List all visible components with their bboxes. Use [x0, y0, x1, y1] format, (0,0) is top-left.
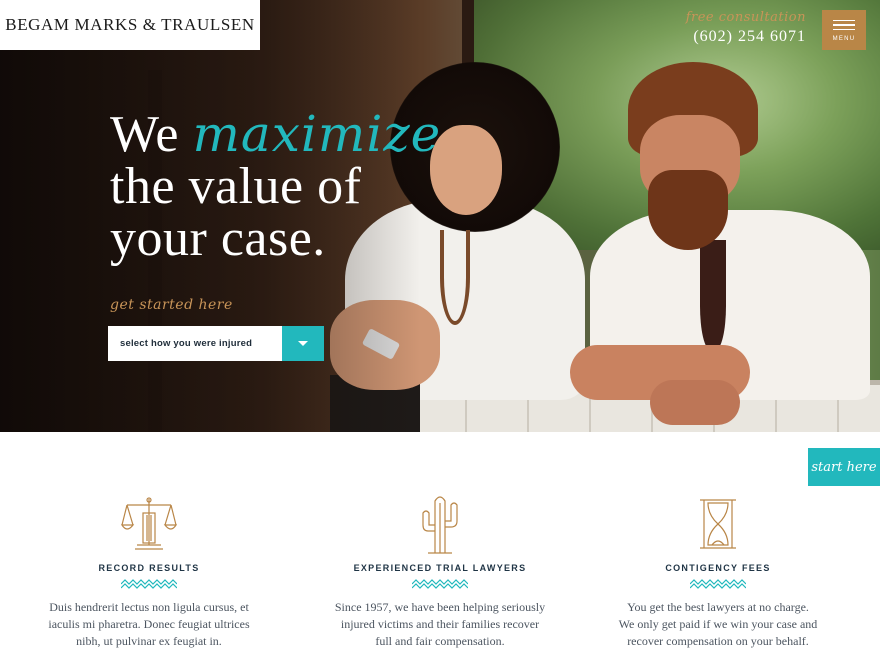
scales-of-justice-icon	[9, 495, 289, 553]
zigzag-divider-icon	[300, 577, 580, 591]
feature-title: EXPERIENCED TRIAL LAWYERS	[353, 563, 527, 573]
headline-word: We	[110, 106, 179, 163]
hamburger-icon	[833, 24, 855, 26]
feature-contingency-fees: CONTIGENCY FEES You get the best lawyers…	[578, 495, 858, 650]
desc-line: full and fair compensation.	[375, 634, 505, 648]
hamburger-icon	[833, 28, 855, 31]
hero-photo-tie	[700, 240, 726, 350]
headline-line-2: the value of	[110, 158, 362, 215]
injury-select-value[interactable]: select how you were injured	[108, 326, 282, 361]
feature-description: You get the best lawyers at no charge. W…	[578, 599, 858, 650]
hero-photo-man-hand	[650, 380, 740, 425]
desc-line: nibh, ut pulvinar ex feugiat in.	[76, 634, 222, 648]
hero-photo-beard	[648, 170, 728, 250]
injury-type-select[interactable]: select how you were injured	[108, 326, 324, 361]
feature-title: CONTIGENCY FEES	[665, 563, 771, 573]
menu-label: MENU	[832, 35, 856, 42]
feature-description: Since 1957, we have been helping serious…	[300, 599, 580, 650]
feature-description: Duis hendrerit lectus non ligula cursus,…	[9, 599, 289, 650]
cactus-icon	[300, 495, 580, 554]
zigzag-divider-icon	[578, 577, 858, 591]
site-logo[interactable]: BEGAM MARKS & TRAULSEN	[0, 0, 260, 50]
hero-headline: We maximize the value of your case.	[110, 108, 441, 265]
feature-record-results: RECORD RESULTS Duis hendrerit lectus non…	[9, 495, 289, 650]
desc-line: recover compensation on your behalf.	[627, 634, 809, 648]
desc-line: iaculis mi pharetra. Donec feugiat ultri…	[48, 617, 250, 631]
desc-line: injured victims and their families recov…	[340, 617, 540, 631]
desc-line: Duis hendrerit lectus non ligula cursus,…	[49, 600, 249, 614]
hourglass-icon	[578, 495, 858, 553]
phone-number[interactable]: (602) 254 6071	[686, 28, 806, 46]
zigzag-divider-icon	[9, 577, 289, 591]
select-toggle[interactable]	[282, 326, 324, 361]
hero-photo-necklace	[440, 230, 470, 325]
consultation-label: free consultation	[685, 10, 806, 25]
get-started-label: get started here	[110, 297, 233, 313]
desc-line: You get the best lawyers at no charge.	[627, 600, 809, 614]
headline-accent: maximize	[192, 105, 442, 163]
desc-line: Since 1957, we have been helping serious…	[334, 600, 546, 614]
hamburger-icon	[833, 19, 855, 22]
headline-line-3: your case.	[110, 210, 326, 267]
consultation-block[interactable]: free consultation (602) 254 6071	[686, 10, 806, 46]
start-here-button[interactable]: start here	[808, 448, 880, 486]
feature-title: RECORD RESULTS	[98, 563, 200, 573]
desc-line: We only get paid if we win your case and	[618, 617, 818, 631]
headline-line-1: We maximize	[110, 108, 441, 161]
logo-text: BEGAM MARKS & TRAULSEN	[5, 15, 255, 34]
menu-button[interactable]: MENU	[822, 10, 866, 50]
feature-trial-lawyers: EXPERIENCED TRIAL LAWYERS Since 1957, we…	[300, 495, 580, 650]
chevron-down-icon	[298, 341, 308, 346]
